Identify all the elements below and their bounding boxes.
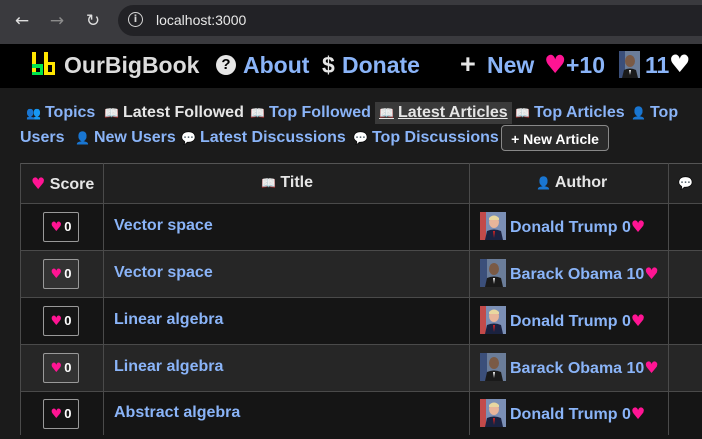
user-icon: 👤 [75, 131, 90, 145]
author-avatar[interactable] [480, 259, 506, 287]
article-title-link[interactable]: Abstract algebra [114, 404, 240, 422]
tab-latest-followed[interactable]: 📖 Latest Followed [104, 104, 244, 122]
article-title-link[interactable]: Linear algebra [114, 358, 223, 376]
like-button[interactable]: ♥ 0 [43, 353, 79, 383]
header-discussions[interactable]: 💬 [678, 174, 693, 192]
column-divider [20, 163, 21, 435]
heart-icon: ♥ [31, 174, 46, 193]
book-icon: 📖 [104, 106, 119, 120]
tab-topics[interactable]: 👥 Topics [26, 104, 95, 122]
heart-icon: ♥ [630, 404, 646, 423]
tab-top-articles[interactable]: 📖 Top Articles [515, 104, 625, 122]
forward-arrow-icon[interactable]: → [44, 8, 70, 34]
score-link[interactable]: +10 [566, 52, 605, 79]
new-article-button[interactable]: + New Article [501, 125, 609, 151]
heart-icon: ♥ [644, 264, 659, 283]
book-icon: 📖 [261, 176, 276, 190]
heart-icon: ♥ [50, 407, 63, 422]
browser-toolbar: ← → ↻ i localhost:3000 [0, 0, 702, 44]
author-link[interactable]: Donald Trump 0♥ [510, 311, 645, 331]
user-avatar[interactable] [619, 51, 640, 78]
author-avatar[interactable] [480, 399, 506, 427]
tab-top-discussions[interactable]: 💬 Top Discussions [353, 129, 499, 147]
column-divider [668, 163, 669, 435]
about-link[interactable]: About [243, 52, 309, 79]
ourbigbook-logo-icon[interactable] [30, 50, 58, 78]
author-avatar[interactable] [480, 353, 506, 381]
help-icon[interactable]: ? [216, 55, 236, 75]
tab-latest-articles[interactable]: 📖 Latest Articles [375, 102, 512, 124]
heart-icon: ♥ [630, 311, 646, 330]
address-bar[interactable]: i localhost:3000 [118, 5, 702, 36]
author-avatar[interactable] [480, 306, 506, 334]
top-users-label: Top [649, 104, 679, 121]
like-button[interactable]: ♥ 0 [43, 259, 79, 289]
column-divider [103, 163, 104, 435]
author-avatar[interactable] [480, 212, 506, 240]
chat-icon: 💬 [678, 176, 693, 190]
heart-icon: ♥ [50, 361, 63, 376]
tab-top-users-continued[interactable]: Users [20, 129, 64, 147]
chat-icon: 💬 [181, 131, 196, 145]
plus-icon[interactable]: + [460, 49, 476, 80]
user-icon: 👤 [631, 106, 646, 120]
author-link[interactable]: Barack Obama 10♥ [510, 358, 659, 378]
author-link[interactable]: Barack Obama 10♥ [510, 264, 659, 284]
user-score-link[interactable]: 11 [645, 52, 669, 79]
user-icon: 👤 [536, 176, 551, 190]
donate-link[interactable]: Donate [342, 52, 420, 79]
heart-outline-icon: ♥ [669, 50, 691, 78]
article-title-link[interactable]: Vector space [114, 217, 213, 235]
tab-latest-discussions[interactable]: 💬 Latest Discussions [181, 129, 346, 147]
chat-icon: 💬 [353, 131, 368, 145]
site-info-icon[interactable]: i [128, 12, 143, 27]
header-score[interactable]: ♥ Score [31, 174, 94, 194]
author-link[interactable]: Donald Trump 0♥ [510, 404, 645, 424]
article-title-link[interactable]: Vector space [114, 264, 213, 282]
author-link[interactable]: Donald Trump 0♥ [510, 217, 645, 237]
url-text[interactable]: localhost:3000 [156, 12, 246, 28]
tab-top-users[interactable]: 👤 Top [631, 104, 678, 122]
tab-new-users[interactable]: 👤 New Users [75, 129, 176, 147]
top-users-label-2: Users [20, 129, 65, 146]
reload-icon[interactable]: ↻ [80, 8, 106, 34]
column-divider [469, 163, 470, 435]
heart-icon: ♥ [50, 220, 63, 235]
like-button[interactable]: ♥ 0 [43, 212, 79, 242]
book-icon: 📖 [515, 106, 530, 120]
article-title-link[interactable]: Linear algebra [114, 311, 223, 329]
book-icon: 📖 [250, 106, 265, 120]
users-icon: 👥 [26, 106, 41, 120]
new-link[interactable]: New [487, 52, 534, 79]
plus-icon: + [511, 131, 524, 147]
dollar-icon: $ [322, 52, 335, 78]
like-button[interactable]: ♥ 0 [43, 399, 79, 429]
header-author[interactable]: 👤 Author [536, 174, 607, 192]
tab-top-followed[interactable]: 📖 Top Followed [250, 104, 371, 122]
brand-link[interactable]: OurBigBook [64, 52, 199, 79]
heart-icon: ♥ [644, 358, 659, 377]
heart-icon: ♥ [50, 267, 63, 282]
like-button[interactable]: ♥ 0 [43, 306, 79, 336]
heart-icon: ♥ [50, 314, 63, 329]
back-arrow-icon[interactable]: ← [9, 8, 35, 34]
book-icon: 📖 [379, 106, 394, 120]
header-title[interactable]: 📖 Title [261, 174, 313, 192]
heart-icon: ♥ [630, 217, 646, 236]
heart-icon: ♥ [544, 50, 567, 79]
